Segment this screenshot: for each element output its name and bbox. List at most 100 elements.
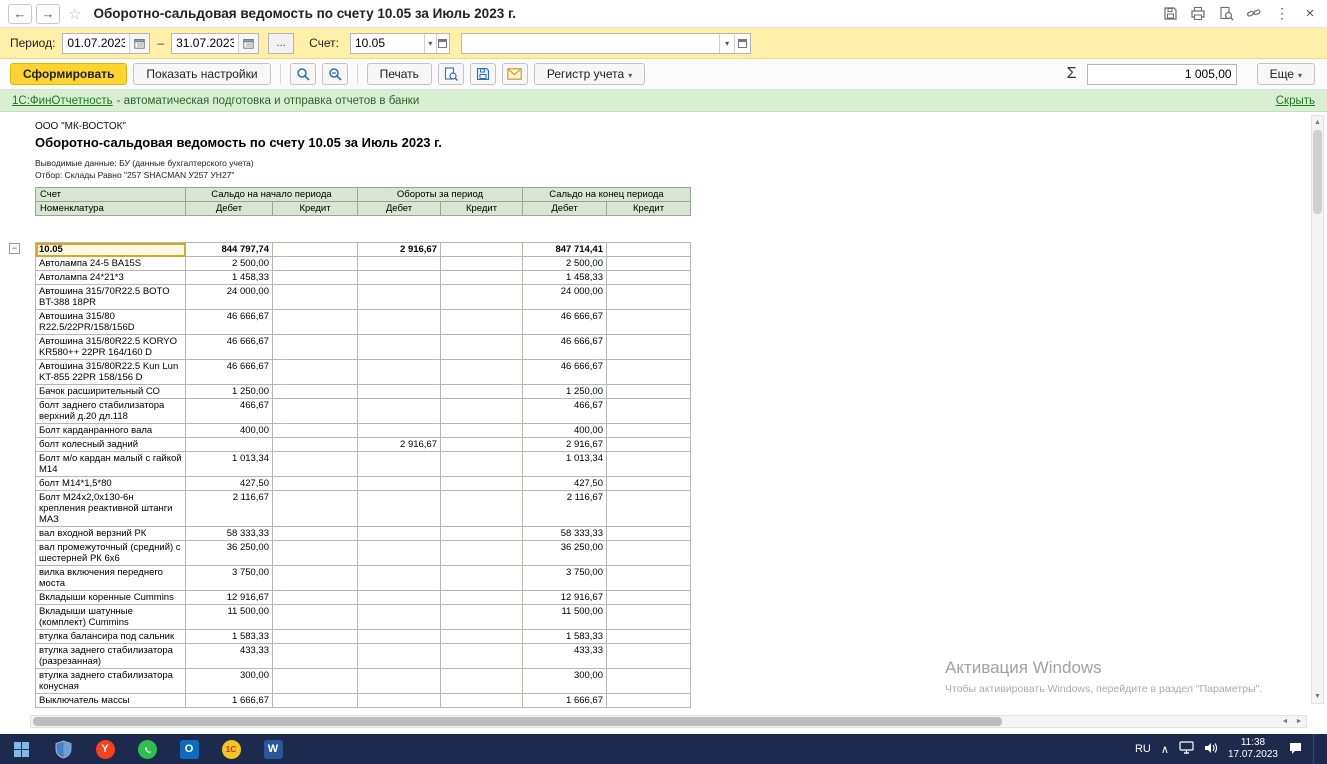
amount-cell[interactable]: 3 750,00 (523, 566, 607, 591)
amount-cell[interactable]: 2 116,67 (523, 491, 607, 527)
amount-cell[interactable] (273, 669, 358, 694)
amount-cell[interactable] (358, 452, 441, 477)
amount-cell[interactable] (607, 285, 691, 310)
amount-cell[interactable] (607, 541, 691, 566)
table-row[interactable]: Автошина 315/80 R22.5/22PR/158/156D46 66… (36, 310, 691, 335)
amount-cell[interactable]: 2 916,67 (523, 438, 607, 452)
table-row[interactable]: болт колесный задний2 916,672 916,67 (36, 438, 691, 452)
amount-cell[interactable]: 1 013,34 (523, 452, 607, 477)
header-debit[interactable]: Дебет (523, 202, 607, 216)
taskbar-clock[interactable]: 11:38 17.07.2023 (1228, 737, 1278, 761)
save-icon[interactable] (1161, 5, 1179, 23)
amount-cell[interactable] (358, 708, 441, 709)
amount-cell[interactable]: 1 458,33 (523, 271, 607, 285)
nomenclature-cell[interactable]: 10.05 (36, 243, 186, 257)
more-button[interactable]: Еще▾ (1257, 63, 1315, 85)
amount-cell[interactable]: 58 333,33 (523, 527, 607, 541)
amount-cell[interactable]: 24 000,00 (523, 285, 607, 310)
amount-cell[interactable] (186, 438, 273, 452)
amount-cell[interactable] (273, 694, 358, 708)
amount-cell[interactable] (273, 541, 358, 566)
amount-cell[interactable] (607, 399, 691, 424)
amount-cell[interactable] (273, 605, 358, 630)
amount-cell[interactable]: 11 500,00 (186, 605, 273, 630)
amount-cell[interactable] (273, 399, 358, 424)
preview-icon[interactable] (1217, 5, 1235, 23)
amount-cell[interactable] (441, 385, 523, 399)
nomenclature-cell[interactable]: Автошина 315/80R22.5 Kun Lun KT-855 22PR… (36, 360, 186, 385)
nomenclature-cell[interactable]: выключатель противотуманных фар (36, 708, 186, 709)
amount-cell[interactable]: 427,50 (186, 477, 273, 491)
amount-cell[interactable]: 466,67 (186, 399, 273, 424)
nomenclature-cell[interactable]: втулка балансира под сальник (36, 630, 186, 644)
amount-cell[interactable] (607, 491, 691, 527)
header-closing-balance[interactable]: Сальдо на конец периода (523, 188, 691, 202)
amount-cell[interactable] (441, 644, 523, 669)
amount-cell[interactable]: 46 666,67 (186, 360, 273, 385)
amount-cell[interactable] (273, 257, 358, 271)
taskbar-1c-icon[interactable]: 1С (210, 734, 252, 764)
amount-cell[interactable]: 466,67 (523, 399, 607, 424)
amount-cell[interactable]: 844 797,74 (186, 243, 273, 257)
table-row[interactable]: втулка заднего стабилизатора (разрезанна… (36, 644, 691, 669)
register-dropdown-button[interactable]: Регистр учета▾ (534, 63, 645, 85)
nomenclature-cell[interactable]: Болт М24х2,0х130-6н крепления реактивной… (36, 491, 186, 527)
date-from-input[interactable] (63, 34, 129, 53)
vertical-scrollbar[interactable]: ▲ ▼ (1311, 115, 1324, 704)
amount-cell[interactable] (273, 243, 358, 257)
amount-cell[interactable] (607, 644, 691, 669)
amount-cell[interactable] (358, 385, 441, 399)
nomenclature-cell[interactable]: Выключатель массы (36, 694, 186, 708)
amount-cell[interactable] (358, 477, 441, 491)
amount-cell[interactable]: 433,33 (186, 644, 273, 669)
nomenclature-cell[interactable]: Автошина 315/80R22.5 KORYO KR580++ 22PR … (36, 335, 186, 360)
amount-cell[interactable] (441, 452, 523, 477)
header-turnover[interactable]: Обороты за период (358, 188, 523, 202)
amount-cell[interactable] (441, 491, 523, 527)
nomenclature-cell[interactable]: Автолампа 24*21*3 (36, 271, 186, 285)
amount-cell[interactable] (441, 424, 523, 438)
table-row[interactable]: 10.05844 797,742 916,67847 714,41 (36, 243, 691, 257)
account-input[interactable] (351, 34, 424, 53)
amount-cell[interactable]: 134,58 (186, 708, 273, 709)
taskbar-whatsapp-icon[interactable] (126, 734, 168, 764)
amount-cell[interactable]: 46 666,67 (186, 335, 273, 360)
amount-cell[interactable]: 1 666,67 (523, 694, 607, 708)
horizontal-scroll-thumb[interactable] (33, 717, 1002, 726)
amount-cell[interactable]: 46 666,67 (523, 360, 607, 385)
amount-cell[interactable] (441, 399, 523, 424)
date-to-input[interactable] (172, 34, 238, 53)
header-debit[interactable]: Дебет (186, 202, 273, 216)
amount-cell[interactable]: 1 583,33 (186, 630, 273, 644)
amount-cell[interactable]: 11 500,00 (523, 605, 607, 630)
account-open-icon[interactable] (436, 34, 449, 53)
show-desktop-button[interactable] (1313, 734, 1317, 764)
amount-cell[interactable] (273, 591, 358, 605)
amount-cell[interactable]: 2 116,67 (186, 491, 273, 527)
language-indicator[interactable]: RU (1135, 743, 1151, 755)
amount-cell[interactable] (441, 285, 523, 310)
amount-cell[interactable] (358, 360, 441, 385)
favorite-star-icon[interactable]: ☆ (68, 5, 81, 23)
amount-cell[interactable]: 134,58 (523, 708, 607, 709)
amount-cell[interactable] (358, 605, 441, 630)
scroll-left-icon[interactable]: ◄ (1278, 718, 1292, 725)
amount-cell[interactable] (358, 271, 441, 285)
amount-cell[interactable]: 36 250,00 (523, 541, 607, 566)
table-row[interactable]: Выключатель массы1 666,671 666,67 (36, 694, 691, 708)
amount-cell[interactable] (441, 360, 523, 385)
amount-cell[interactable] (607, 243, 691, 257)
amount-cell[interactable] (273, 360, 358, 385)
amount-cell[interactable]: 1 013,34 (186, 452, 273, 477)
amount-cell[interactable] (273, 385, 358, 399)
amount-cell[interactable] (358, 541, 441, 566)
amount-cell[interactable]: 24 000,00 (186, 285, 273, 310)
amount-cell[interactable]: 300,00 (186, 669, 273, 694)
nomenclature-cell[interactable]: Вкладыши шатунные (комплект) Cummins (36, 605, 186, 630)
action-center-icon[interactable] (1288, 741, 1303, 758)
amount-cell[interactable] (273, 630, 358, 644)
header-credit[interactable]: Кредит (607, 202, 691, 216)
amount-cell[interactable] (273, 527, 358, 541)
table-row[interactable]: Автошина 315/80R22.5 Kun Lun KT-855 22PR… (36, 360, 691, 385)
collapse-expander-icon[interactable]: − (9, 243, 20, 254)
